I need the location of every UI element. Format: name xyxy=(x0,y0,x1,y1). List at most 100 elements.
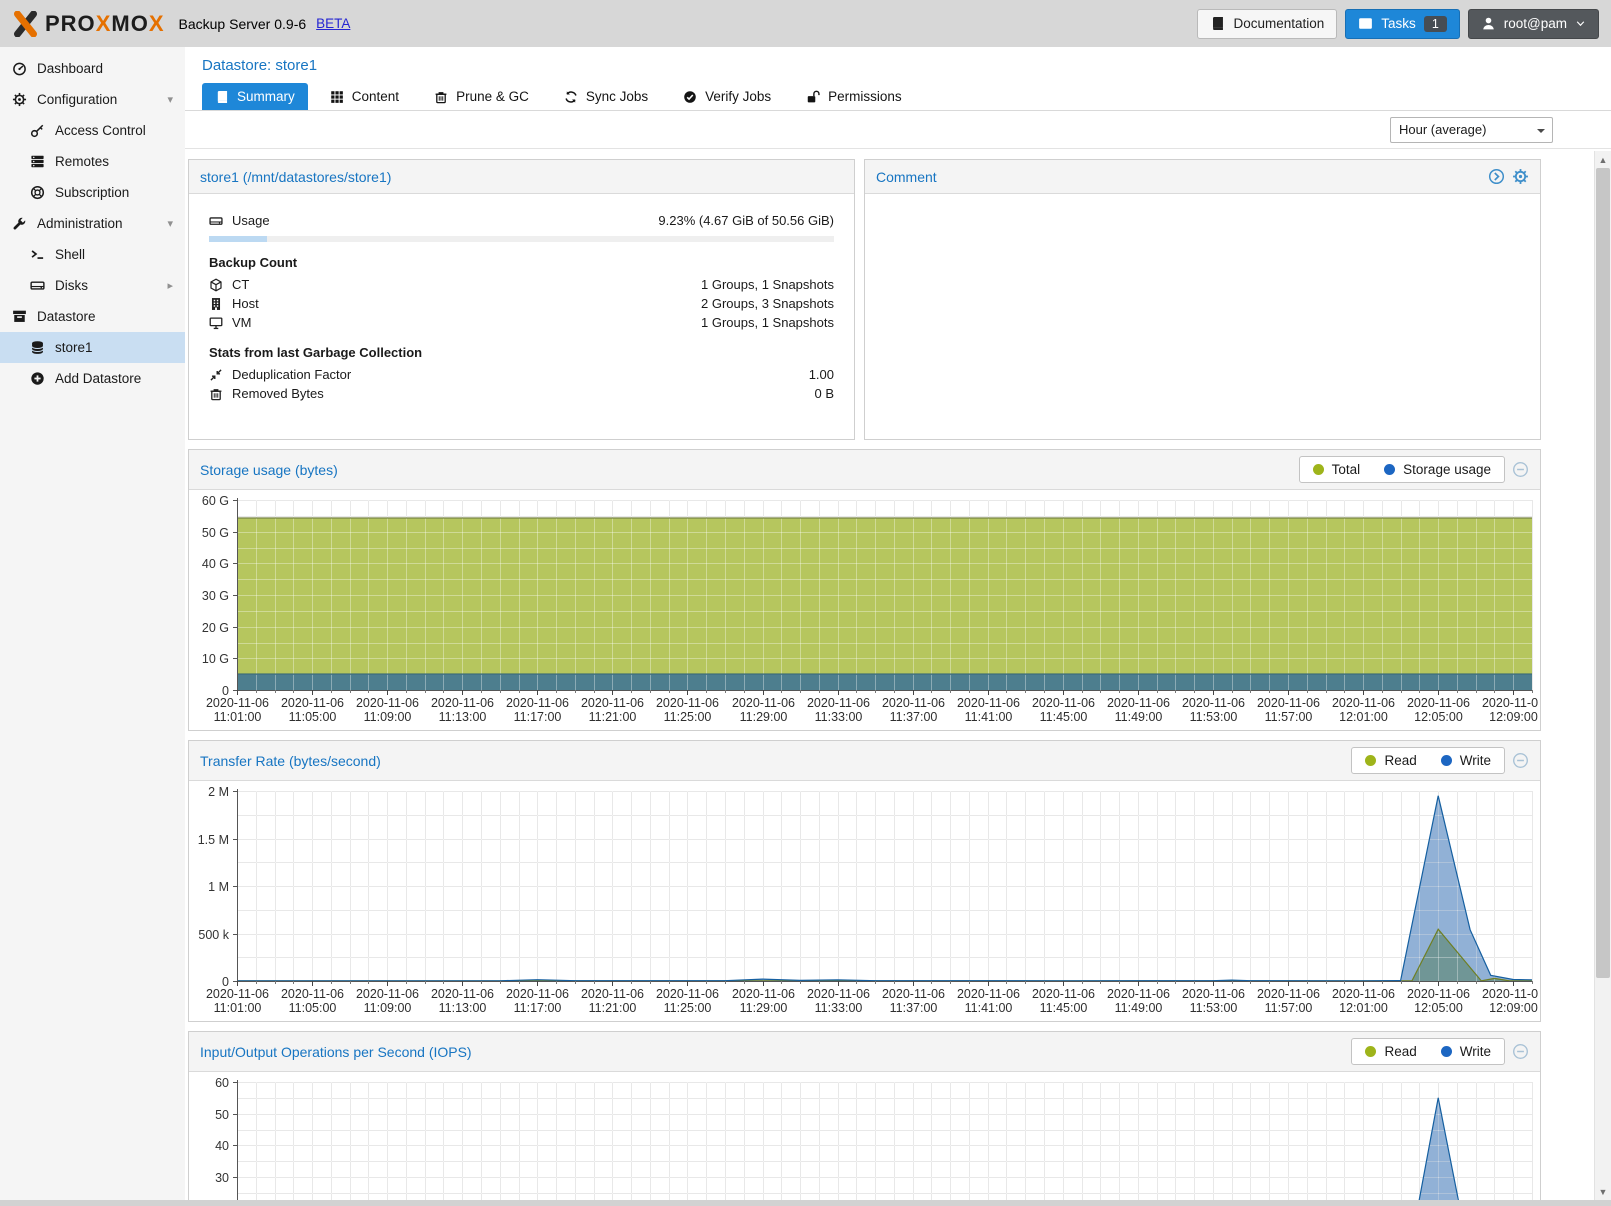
collapse-icon[interactable] xyxy=(1512,752,1529,769)
x-tick-label: 2020-11-0611:17:00 xyxy=(506,987,569,1015)
comment-header: Comment xyxy=(865,160,1540,194)
y-tick-label: 500 k xyxy=(198,928,229,942)
sync-icon xyxy=(564,90,578,104)
x-tick-label: 2020-11-0611:25:00 xyxy=(656,987,719,1015)
time-range-select[interactable]: Hour (average) xyxy=(1390,117,1553,143)
time-range-value: Hour (average) xyxy=(1399,122,1486,137)
unlock-icon xyxy=(806,90,820,104)
gc-stats-heading: Stats from last Garbage Collection xyxy=(209,345,834,360)
legend-label: Read xyxy=(1384,1044,1416,1059)
scroll-down-arrow-icon[interactable]: ▼ xyxy=(1595,1184,1611,1199)
comment-body[interactable] xyxy=(865,194,1540,439)
key-icon xyxy=(30,123,45,138)
sidebar-item-disks[interactable]: Disks▸ xyxy=(0,270,185,301)
tab-permissions[interactable]: Permissions xyxy=(793,83,915,110)
check-circle-icon xyxy=(683,90,697,104)
caret-down-icon xyxy=(1575,18,1586,29)
legend-item-total[interactable]: Total xyxy=(1313,462,1361,477)
check-circle-icon xyxy=(683,90,697,104)
user-menu-button[interactable]: root@pam xyxy=(1468,9,1599,39)
sidebar-item-shell[interactable]: Shell xyxy=(0,239,185,270)
grid-over xyxy=(237,791,1533,982)
summary-row-removed-bytes: Removed Bytes0 B xyxy=(209,384,834,403)
sidebar-item-subscription[interactable]: Subscription xyxy=(0,177,185,208)
sidebar-item-add-datastore[interactable]: Add Datastore xyxy=(0,363,185,394)
chevron-down-icon[interactable]: ▾ xyxy=(167,217,173,230)
scrollbar-thumb[interactable] xyxy=(1596,168,1610,978)
chevron-circle-right-icon[interactable] xyxy=(1488,168,1505,185)
summary-row-vm: VM1 Groups, 1 Snapshots xyxy=(209,313,834,332)
sidebar-item-access-control[interactable]: Access Control xyxy=(0,115,185,146)
chevron-down-icon xyxy=(1575,18,1586,29)
iops-chart-panel: Input/Output Operations per Second (IOPS… xyxy=(188,1031,1541,1206)
content-area: Datastore: store1 SummaryContentPrune & … xyxy=(185,47,1611,1206)
tab-sync-jobs[interactable]: Sync Jobs xyxy=(551,83,661,110)
brand-segment: PRO xyxy=(45,11,96,36)
legend-item-read[interactable]: Read xyxy=(1365,753,1416,768)
desktop-icon xyxy=(209,316,223,330)
database-icon xyxy=(30,340,45,355)
compress-icon xyxy=(209,368,223,382)
legend-item-storage-usage[interactable]: Storage usage xyxy=(1384,462,1491,477)
tab-verify-jobs[interactable]: Verify Jobs xyxy=(670,83,784,110)
sidebar-item-administration[interactable]: Administration▾ xyxy=(0,208,185,239)
row-value: 1.00 xyxy=(809,367,834,382)
axes: 60504030201002020-11-0611:01:002020-11-0… xyxy=(206,1076,1538,1206)
legend-dot-icon xyxy=(1384,464,1395,475)
main-area: Dashboard Configuration▾Access Control Rem… xyxy=(0,47,1611,1206)
legend-label: Read xyxy=(1384,753,1416,768)
gears-icon xyxy=(1512,168,1529,185)
sidebar-item-store1[interactable]: store1 xyxy=(0,332,185,363)
transfer-rate-chart-header: Transfer Rate (bytes/second) ReadWrite xyxy=(189,741,1540,781)
book-icon xyxy=(215,90,229,104)
documentation-button[interactable]: Documentation xyxy=(1197,9,1337,39)
x-tick-label: 2020-11-0611:01:00 xyxy=(206,696,269,724)
sidebar-item-label: Remotes xyxy=(55,154,109,169)
chart-legend: Read Write xyxy=(1351,1038,1505,1065)
grid-icon xyxy=(330,90,344,104)
y-tick-label: 30 G xyxy=(202,589,229,603)
legend-item-write[interactable]: Write xyxy=(1441,1044,1491,1059)
combo-caret-icon xyxy=(1537,129,1545,137)
y-tick-label: 20 G xyxy=(202,621,229,635)
tab-prune-gc[interactable]: Prune & GC xyxy=(421,83,542,110)
legend-item-read[interactable]: Read xyxy=(1365,1044,1416,1059)
y-tick-label: 50 G xyxy=(202,526,229,540)
database-icon xyxy=(30,340,45,355)
sidebar-item-remotes[interactable]: Remotes xyxy=(0,146,185,177)
legend-dot-icon xyxy=(1441,755,1452,766)
x-tick-label: 2020-11-0611:09:00 xyxy=(356,987,419,1015)
sidebar-item-configuration[interactable]: Configuration▾ xyxy=(0,84,185,115)
vertical-scrollbar[interactable]: ▲ ▼ xyxy=(1594,151,1611,1200)
scroll-up-arrow-icon[interactable]: ▲ xyxy=(1595,152,1611,167)
row-label: CT xyxy=(232,277,249,292)
y-tick-label: 10 G xyxy=(202,652,229,666)
comment-tools xyxy=(1488,168,1529,185)
tasks-button[interactable]: Tasks 1 xyxy=(1345,9,1459,39)
sidebar-item-label: Dashboard xyxy=(37,61,103,76)
sidebar-item-datastore[interactable]: Datastore xyxy=(0,301,185,332)
collapse-icon[interactable] xyxy=(1512,461,1529,478)
tab-summary[interactable]: Summary xyxy=(202,83,308,110)
archive-icon xyxy=(12,309,27,324)
plus-circle-icon xyxy=(30,371,45,386)
beta-link[interactable]: BETA xyxy=(316,16,350,31)
y-tick-label: 60 G xyxy=(202,494,229,508)
x-tick-label: 2020-11-0612:05:00 xyxy=(1407,987,1470,1015)
legend-item-write[interactable]: Write xyxy=(1441,753,1491,768)
dashboard-icon xyxy=(12,61,27,76)
cube-icon xyxy=(209,278,223,292)
tasks-icon xyxy=(1358,16,1373,31)
row-label: Removed Bytes xyxy=(232,386,324,401)
series-areas xyxy=(237,518,1532,690)
gear-icon[interactable] xyxy=(1512,168,1529,185)
tab-label: Prune & GC xyxy=(456,89,529,104)
chevron-down-icon[interactable]: ▾ xyxy=(167,93,173,106)
chevron-right-icon[interactable]: ▸ xyxy=(167,279,173,292)
tab-content[interactable]: Content xyxy=(317,83,412,110)
collapse-icon[interactable] xyxy=(1512,1043,1529,1060)
page-header: Datastore: store1 SummaryContentPrune & … xyxy=(185,47,1611,111)
tab-label: Sync Jobs xyxy=(586,89,648,104)
x-tick-label: 2020-11-0611:21:00 xyxy=(581,987,644,1015)
sidebar-item-dashboard[interactable]: Dashboard xyxy=(0,53,185,84)
